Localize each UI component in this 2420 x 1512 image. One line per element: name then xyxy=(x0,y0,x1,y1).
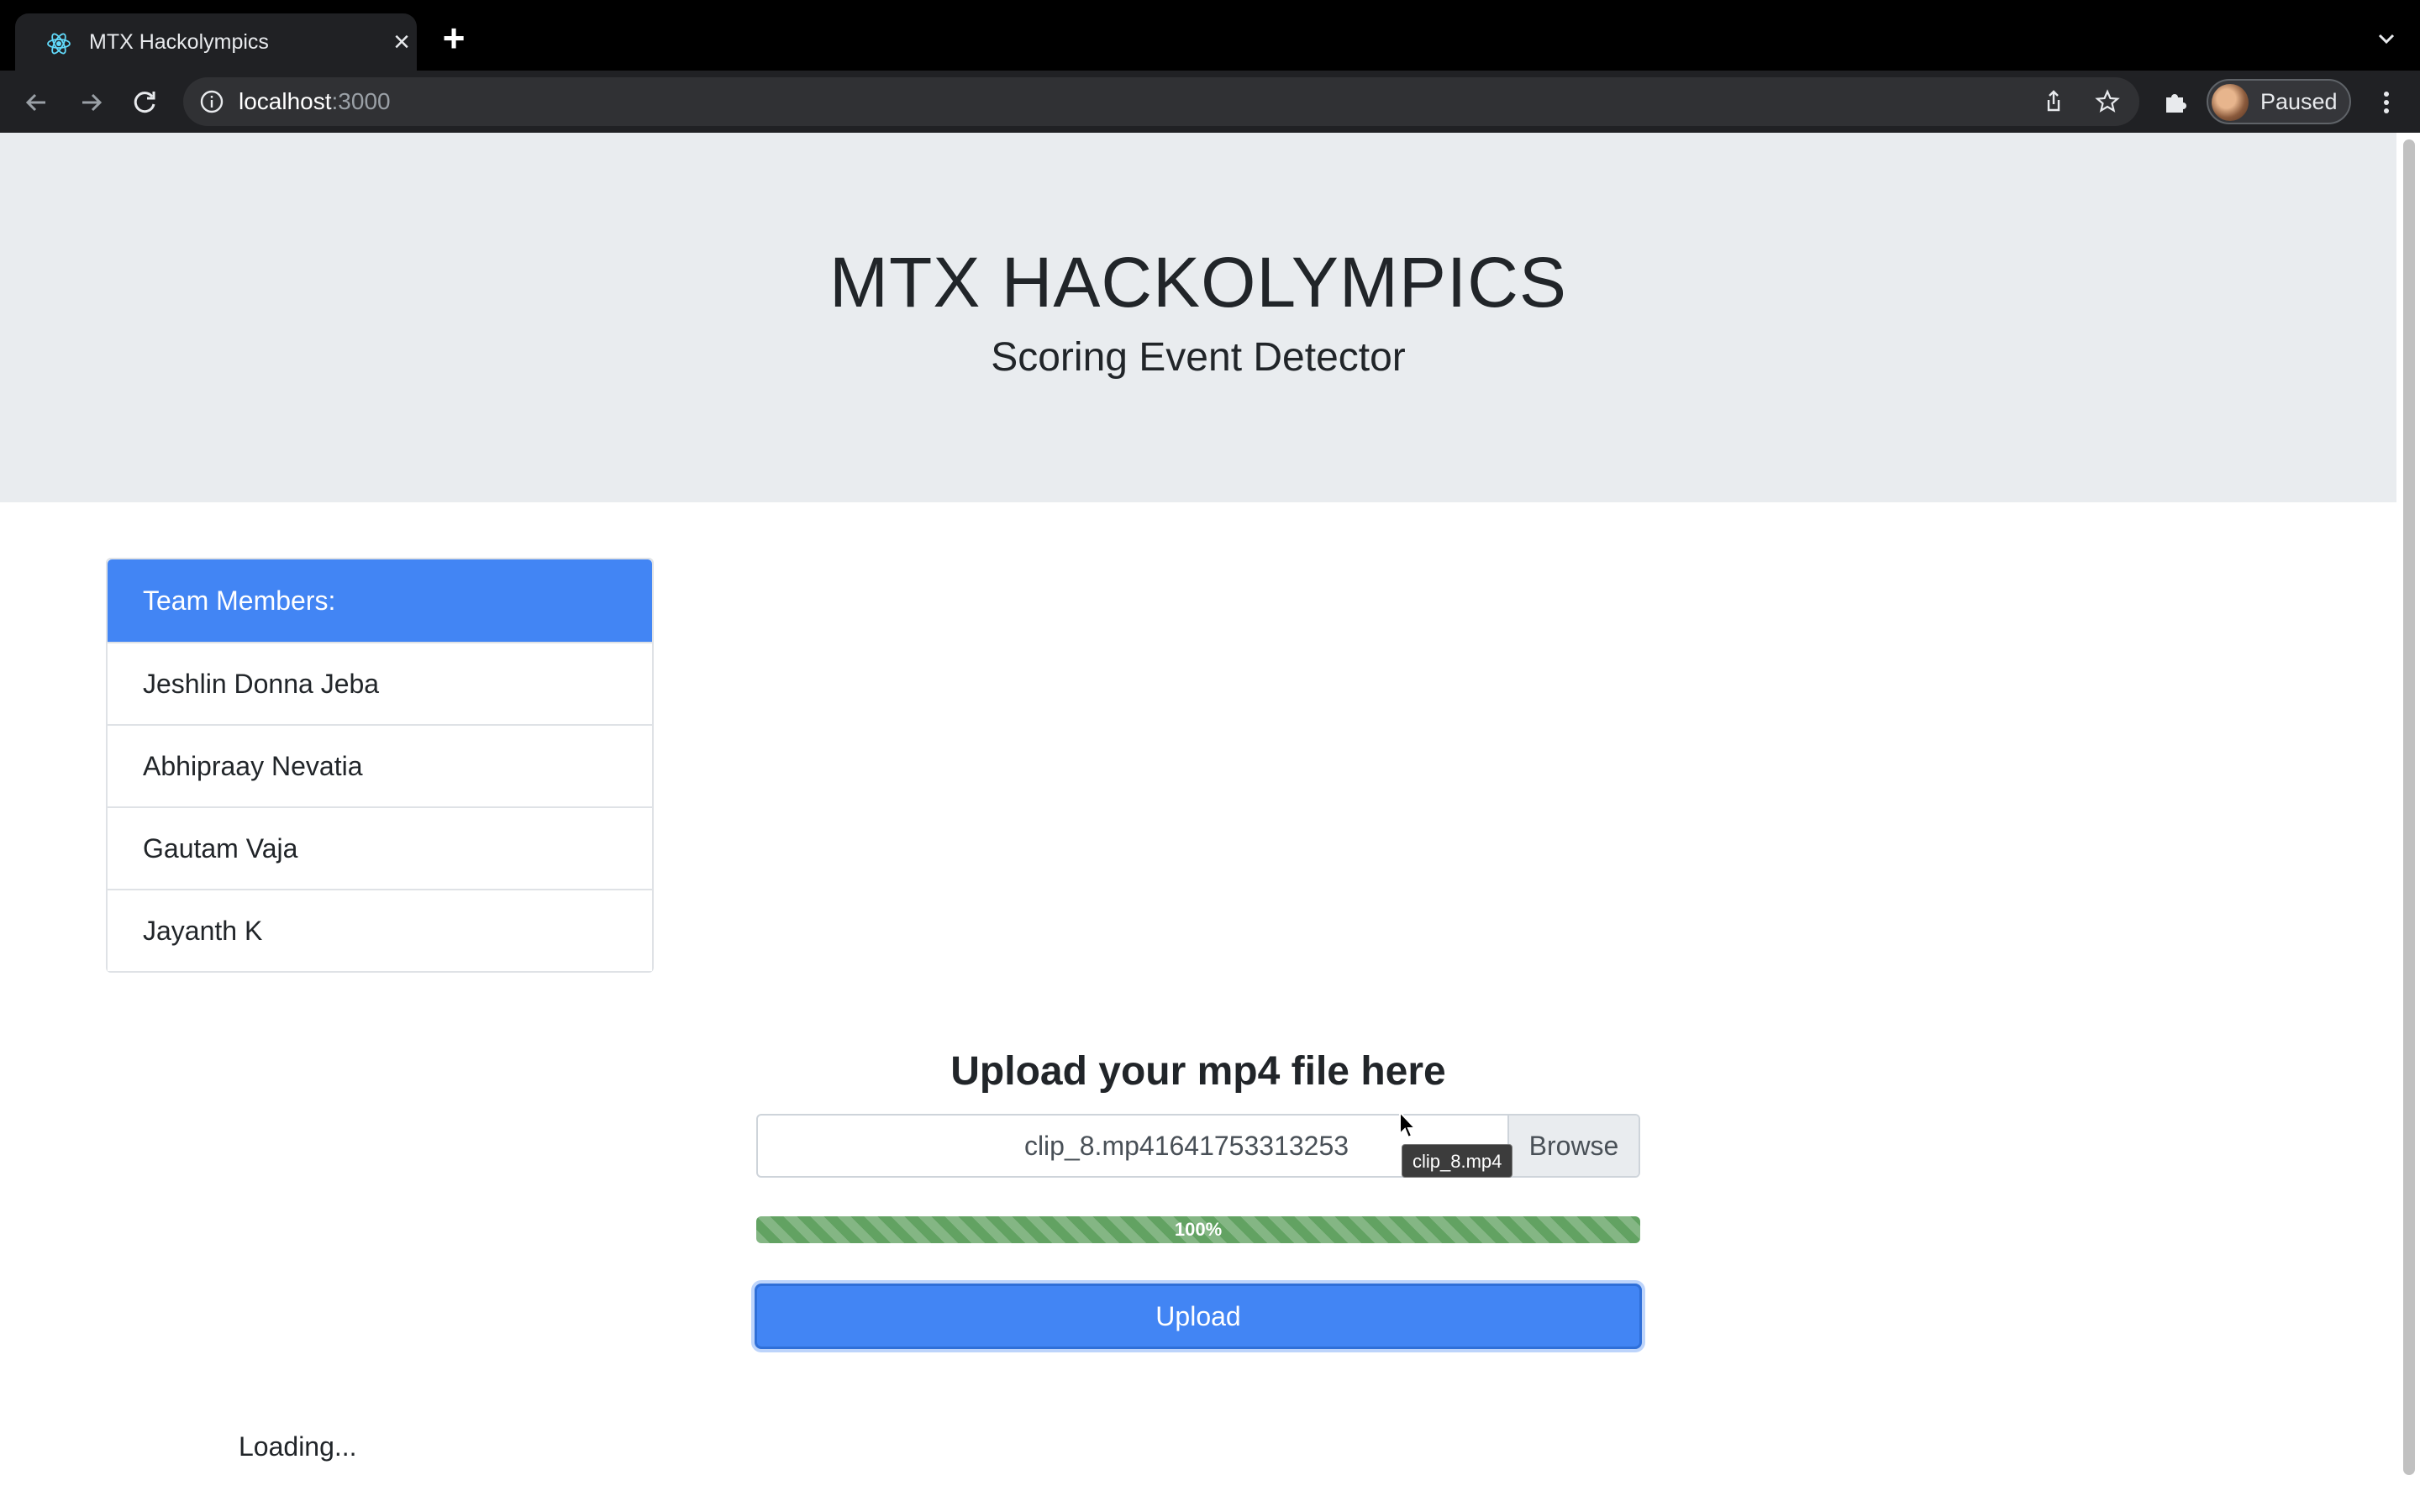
team-members-header: Team Members: xyxy=(108,559,652,642)
browser-tab[interactable]: MTX Hackolympics × xyxy=(15,13,417,71)
chevron-down-icon[interactable] xyxy=(2370,22,2403,55)
extensions-puzzle-icon[interactable] xyxy=(2160,87,2190,118)
list-item: Gautam Vaja xyxy=(108,806,652,889)
upload-progress: 100% xyxy=(756,1216,1640,1243)
progress-bar: 100% xyxy=(756,1216,1640,1243)
react-logo-icon xyxy=(47,33,71,55)
url-host: localhost xyxy=(239,88,332,114)
upload-button[interactable]: Upload xyxy=(755,1284,1642,1349)
close-tab-icon[interactable]: × xyxy=(388,28,415,56)
url-text: localhost:3000 xyxy=(239,77,391,126)
list-item: Jayanth K xyxy=(108,889,652,971)
page-subtitle: Scoring Event Detector xyxy=(991,335,1406,380)
page-viewport: MTX HACKOLYMPICS Scoring Event Detector … xyxy=(0,133,2420,1512)
profile-status: Paused xyxy=(2260,89,2338,114)
file-tooltip: clip_8.mp4 xyxy=(1402,1144,1513,1178)
list-item: Abhipraay Nevatia xyxy=(108,724,652,806)
browser-tab-bar: MTX Hackolympics × + xyxy=(0,0,2420,71)
team-members-list: Team Members: Jeshlin Donna Jeba Abhipra… xyxy=(106,558,654,973)
back-arrow-icon[interactable] xyxy=(18,84,55,121)
info-icon[interactable] xyxy=(198,88,225,115)
browse-button[interactable]: Browse xyxy=(1507,1116,1639,1176)
tab-title: MTX Hackolympics xyxy=(89,30,269,54)
address-bar[interactable]: localhost:3000 xyxy=(183,77,2139,126)
list-item: Jeshlin Donna Jeba xyxy=(108,642,652,724)
upload-heading: Upload your mp4 file here xyxy=(950,1049,1446,1094)
loading-status: Loading... xyxy=(239,1431,357,1462)
browser-toolbar: localhost:3000 Paused xyxy=(0,71,2420,133)
page-scrollbar[interactable] xyxy=(2403,139,2415,1475)
bookmark-star-icon[interactable] xyxy=(2094,88,2121,115)
reload-icon[interactable] xyxy=(126,84,163,121)
profile-button[interactable]: Paused xyxy=(2207,79,2351,124)
avatar xyxy=(2212,84,2249,121)
new-tab-icon[interactable]: + xyxy=(437,18,471,57)
mouse-cursor-icon xyxy=(1399,1110,1418,1139)
page-title: MTX HACKOLYMPICS xyxy=(829,243,1567,322)
header-jumbotron: MTX HACKOLYMPICS Scoring Event Detector xyxy=(0,133,2396,502)
share-icon[interactable] xyxy=(2040,88,2067,115)
url-port: :3000 xyxy=(331,88,391,114)
more-menu-icon[interactable] xyxy=(2370,86,2403,119)
forward-arrow-icon[interactable] xyxy=(72,84,109,121)
